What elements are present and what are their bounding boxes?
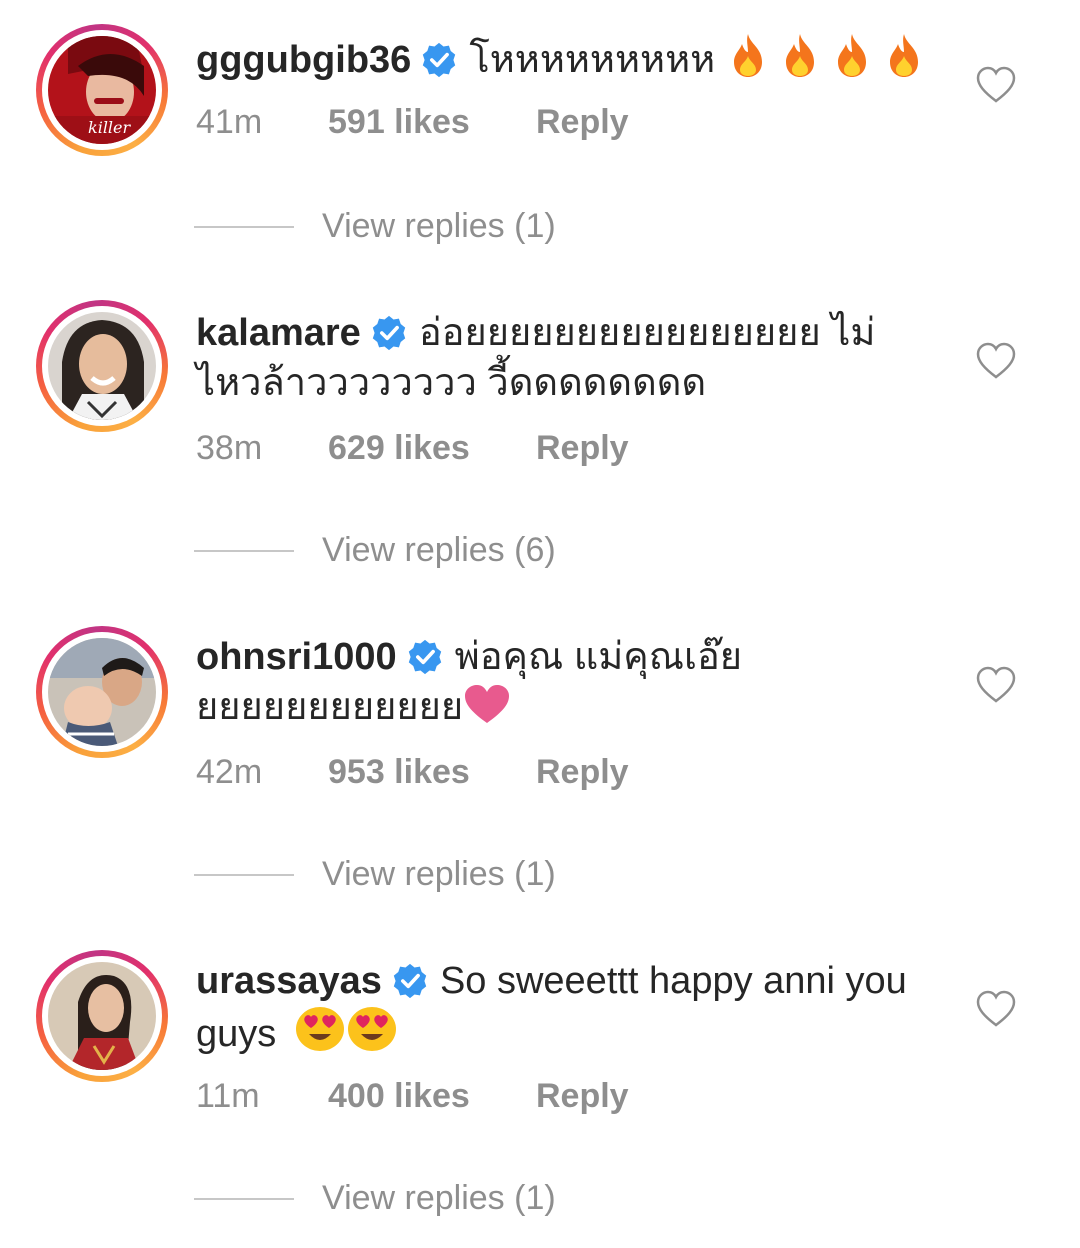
comment-username[interactable]: gggubgib36 xyxy=(196,39,411,81)
view-replies-button[interactable]: View replies (1) xyxy=(194,1178,794,1218)
comment-time: 41m xyxy=(196,103,263,141)
reply-button[interactable]: Reply xyxy=(536,752,629,792)
comment-likes[interactable]: 400 likes xyxy=(328,1076,470,1116)
heart-eyes-emoji-group xyxy=(287,1007,397,1055)
view-replies-button[interactable]: View replies (6) xyxy=(194,530,794,570)
comment-username[interactable]: ohnsri1000 xyxy=(196,636,397,678)
comment-body: ohnsri1000 พ่อคุณ แม่คุณเอ๊ยยยยยยยยยยยยย xyxy=(196,632,936,732)
heart-eyes-emoji xyxy=(347,1007,396,1051)
comment-likes[interactable]: 629 likes xyxy=(328,428,470,468)
avatar[interactable]: killer xyxy=(36,24,168,156)
fire-emoji-group xyxy=(726,34,926,81)
view-replies-label: View replies (6) xyxy=(322,531,556,569)
reply-divider xyxy=(194,226,294,228)
comment-text: โหหหหหหหหห xyxy=(469,39,716,81)
verified-badge-icon xyxy=(393,963,427,999)
view-replies-label: View replies (1) xyxy=(322,1179,556,1217)
verified-badge-icon xyxy=(423,42,456,78)
fire-icon xyxy=(733,34,762,77)
comment-body: kalamare อ่อยยยยยยยยยยยยยยยย ไม่ไหวล้าววว… xyxy=(196,308,936,408)
verified-badge-icon xyxy=(408,639,441,675)
reply-button[interactable]: Reply xyxy=(536,428,629,468)
fire-icon xyxy=(837,34,866,77)
avatar[interactable] xyxy=(36,950,168,1082)
reply-divider xyxy=(194,550,294,552)
comment-likes[interactable]: 953 likes xyxy=(328,752,470,792)
heart-emoji xyxy=(465,685,510,723)
like-heart-icon[interactable] xyxy=(976,666,1016,704)
verified-badge-icon xyxy=(372,315,406,351)
comment-time: 42m xyxy=(196,753,263,791)
comment-body: urassayas So sweeettt happy anni you guys xyxy=(196,956,936,1059)
like-heart-icon[interactable] xyxy=(976,66,1016,104)
fire-icon xyxy=(785,34,814,77)
reply-button[interactable]: Reply xyxy=(536,102,629,142)
avatar[interactable] xyxy=(36,626,168,758)
comment-body: gggubgib36 โหหหหหหหหห xyxy=(196,32,936,85)
avatar[interactable] xyxy=(36,300,168,432)
view-replies-button[interactable]: View replies (1) xyxy=(194,854,794,894)
comment-time: 11m xyxy=(196,1077,260,1115)
comment-username[interactable]: kalamare xyxy=(196,312,361,354)
reply-divider xyxy=(194,1198,294,1200)
comment-time: 38m xyxy=(196,429,263,467)
reply-button[interactable]: Reply xyxy=(536,1076,629,1116)
view-replies-label: View replies (1) xyxy=(322,855,556,893)
reply-divider xyxy=(194,874,294,876)
like-heart-icon[interactable] xyxy=(976,990,1016,1028)
like-heart-icon[interactable] xyxy=(976,342,1016,380)
comment-username[interactable]: urassayas xyxy=(196,960,382,1002)
comment-likes[interactable]: 591 likes xyxy=(328,102,470,142)
view-replies-label: View replies (1) xyxy=(322,207,556,245)
avatar-caption: killer xyxy=(88,118,131,137)
heart-eyes-emoji xyxy=(295,1007,344,1051)
fire-icon xyxy=(889,34,918,77)
view-replies-button[interactable]: View replies (1) xyxy=(194,206,794,246)
